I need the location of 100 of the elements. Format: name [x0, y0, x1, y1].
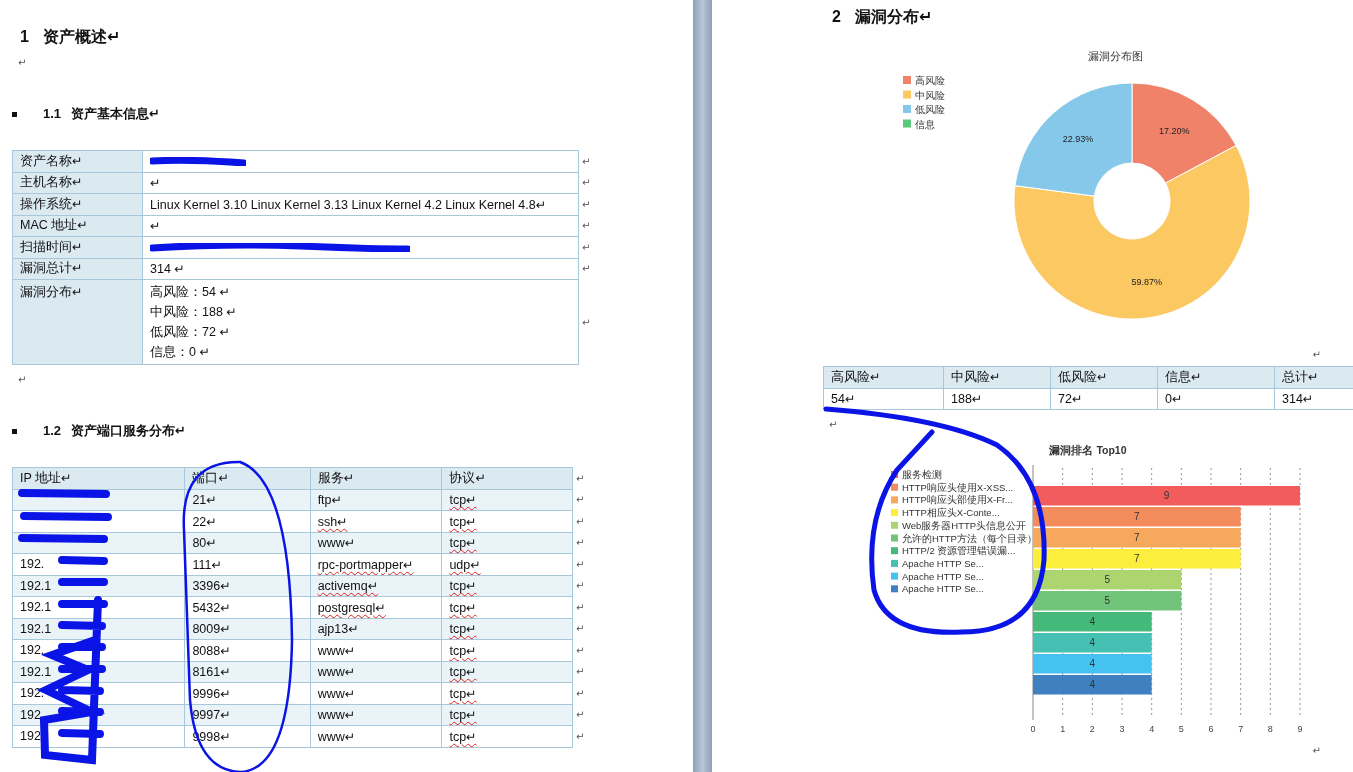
- row-end-mark: ↵: [572, 725, 594, 747]
- paragraph-mark: ↵: [1312, 348, 1321, 362]
- legend-label: 低风险: [915, 104, 945, 115]
- paragraph-mark: ↵: [1312, 744, 1321, 758]
- column-header: IP 地址↵: [12, 467, 185, 489]
- slice-label: 22.93%: [1062, 134, 1094, 145]
- row-end-mark: ↵: [572, 639, 594, 661]
- bar-value: 4: [1089, 616, 1096, 627]
- slice-label: 17.20%: [1158, 125, 1190, 136]
- column-header: 中风险↵: [943, 366, 1051, 388]
- tick-label: 0: [1030, 724, 1036, 734]
- bar-value: 5: [1104, 574, 1110, 585]
- column-header: 低风险↵: [1050, 366, 1158, 388]
- table-cell: tcp↵: [441, 639, 573, 661]
- table-cell: activemq↵: [310, 575, 442, 597]
- paragraph-mark: ↵: [829, 418, 839, 432]
- table-cell: tcp↵: [441, 575, 573, 597]
- heading-number: 2: [832, 7, 841, 27]
- legend-label: 允许的HTTP方法（每个目录）: [902, 532, 1037, 544]
- heading-number: 1: [20, 27, 29, 47]
- table-cell: tcp↵: [441, 725, 573, 747]
- bar-value: 5: [1104, 595, 1110, 606]
- row-end-mark: ↵: [578, 215, 598, 237]
- field-value: ↵: [142, 215, 579, 237]
- value-line: 信息：0 ↵: [150, 344, 211, 361]
- field-value: ↵: [142, 172, 579, 194]
- row-end-mark: ↵: [578, 193, 598, 215]
- legend-label: Web服务器HTTP头信息公开: [902, 519, 1027, 531]
- table-cell: www↵: [310, 532, 442, 554]
- heading-text: 资产基本信息↵: [71, 105, 160, 123]
- row-end-mark: ↵: [572, 489, 594, 511]
- bar-value: 9: [1163, 490, 1170, 501]
- legend-label: 信息: [915, 118, 935, 130]
- field-label: 漏洞总计↵: [12, 258, 143, 280]
- field-label: MAC 地址↵: [12, 215, 143, 237]
- row-end-mark: ↵: [572, 575, 594, 597]
- column-header: 协议↵: [441, 467, 573, 489]
- tick-label: 7: [1238, 724, 1244, 734]
- bullet-icon: [12, 111, 17, 117]
- row-end-mark: ↵: [572, 467, 594, 489]
- table-cell: tcp↵: [441, 532, 573, 554]
- bar-value: 4: [1089, 637, 1096, 648]
- legend-label: Apache HTTP Se...: [902, 570, 984, 582]
- tick-label: 8: [1267, 724, 1273, 734]
- tick-label: 2: [1089, 724, 1095, 734]
- row-end-mark: ↵: [572, 532, 594, 554]
- column-header: 信息↵: [1157, 366, 1275, 388]
- legend-label: HTTP响应头使用X-XSS...: [902, 481, 1014, 493]
- row-end-mark: ↵: [572, 682, 594, 704]
- table-cell: tcp↵: [441, 661, 573, 683]
- table-cell: postgresql↵: [310, 596, 442, 618]
- legend-label: HTTP相应头X-Conte...: [902, 507, 1000, 519]
- row-end-mark: ↵: [572, 661, 594, 683]
- tick-label: 3: [1119, 724, 1125, 734]
- tick-label: 5: [1178, 724, 1184, 734]
- bar-value: 4: [1089, 679, 1096, 690]
- paragraph-mark: ↵: [18, 373, 28, 387]
- tick-label: 1: [1060, 724, 1066, 734]
- tick-label: 9: [1297, 724, 1303, 734]
- legend-label: 服务检测: [902, 469, 942, 480]
- chart-title: 漏洞分布图: [1087, 50, 1143, 62]
- table-cell: tcp↵: [441, 682, 573, 704]
- field-value: Linux Kernel 3.10 Linux Kernel 3.13 Linux Kernel 4.2 Linux Kernel 4.8↵: [142, 193, 579, 215]
- row-end-mark: ↵: [578, 150, 598, 172]
- column-header: 总计↵: [1274, 366, 1353, 388]
- field-label: 主机名称↵: [12, 172, 143, 194]
- field-label: 操作系统↵: [12, 193, 143, 215]
- heading-number: 1.1: [43, 105, 62, 123]
- table-cell: udp↵: [441, 553, 573, 575]
- legend-label: Apache HTTP Se...: [902, 557, 984, 569]
- tick-label: 4: [1149, 724, 1155, 734]
- row-end-mark: ↵: [578, 279, 598, 365]
- value-line: 低风险：72 ↵: [150, 324, 231, 341]
- bullet-icon: [12, 428, 17, 434]
- legend-label: Apache HTTP Se...: [902, 583, 984, 595]
- row-end-mark: ↵: [572, 510, 594, 532]
- row-end-mark: ↵: [572, 553, 594, 575]
- legend-label: HTTP响应头部使用X-Fr...: [902, 494, 1013, 506]
- legend-label: 中风险: [915, 89, 945, 101]
- chart-title: 漏洞排名 Top10: [1049, 444, 1127, 456]
- bar-value: 7: [1134, 511, 1140, 522]
- heading-text: 资产端口服务分布↵: [71, 422, 186, 440]
- slice-label: 59.87%: [1131, 276, 1162, 287]
- row-end-mark: ↵: [578, 172, 598, 194]
- row-end-mark: ↵: [572, 596, 594, 618]
- paragraph-mark: ↵: [18, 56, 28, 70]
- bar-value: 7: [1134, 532, 1140, 543]
- field-value: 314 ↵: [142, 258, 579, 280]
- column-header: 服务↵: [310, 467, 442, 489]
- heading-text: 资产概述↵: [42, 27, 121, 47]
- table-cell: tcp↵: [441, 510, 573, 532]
- table-cell: tcp↵: [441, 596, 573, 618]
- heading-text: 漏洞分布↵: [854, 7, 933, 27]
- tick-label: 6: [1208, 724, 1214, 734]
- legend-label: HTTP/2 资源管理错误漏...: [902, 545, 1016, 557]
- row-end-mark: ↵: [572, 704, 594, 726]
- bar-value: 4: [1089, 658, 1096, 669]
- field-label: 漏洞分布↵: [12, 279, 143, 365]
- legend-label: 高风险: [915, 75, 945, 86]
- heading-number: 1.2: [43, 422, 62, 440]
